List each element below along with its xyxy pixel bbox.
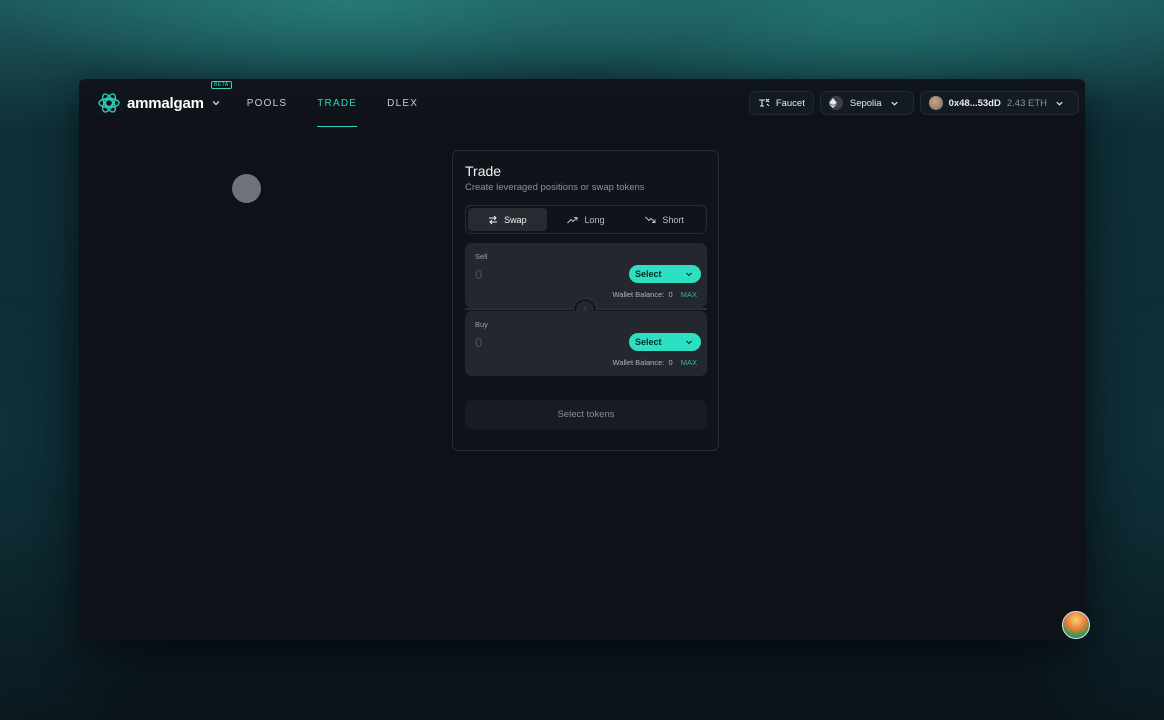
- ammalgam-logo-icon: [98, 93, 120, 113]
- main-nav: POOLS TRADE DLEX: [247, 79, 448, 127]
- trade-mode-tabs: Swap Long Short: [465, 205, 707, 234]
- top-navigation: ammalgam BETA POOLS TRADE DLEX Faucet Se…: [79, 79, 1085, 127]
- network-label: Sepolia: [849, 97, 882, 109]
- trade-card: Trade Create leveraged positions or swap…: [452, 150, 719, 451]
- trending-down-icon: [645, 216, 656, 223]
- app-window: ammalgam BETA POOLS TRADE DLEX Faucet Se…: [79, 79, 1085, 641]
- beta-badge: BETA: [211, 81, 232, 89]
- sell-balance-value: 0: [668, 290, 673, 299]
- trade-title: Trade: [465, 163, 502, 179]
- wallet-address: 0x48...53dD: [948, 97, 1001, 109]
- swap-arrows-icon: [489, 215, 498, 224]
- wallet-avatar: [928, 96, 943, 110]
- faucet-button[interactable]: Faucet: [748, 91, 814, 115]
- chevron-down-icon: [686, 272, 692, 277]
- buy-token-select[interactable]: Select: [629, 333, 701, 351]
- chevron-down-icon: [890, 101, 898, 106]
- sell-balance-label: Wallet Balance:: [612, 290, 665, 299]
- buy-balance-label: Wallet Balance:: [612, 358, 665, 367]
- sell-max-button[interactable]: MAX: [681, 290, 697, 299]
- buy-select-label: Select: [635, 337, 662, 347]
- tab-long-label: Long: [584, 214, 605, 225]
- nav-item-dlex[interactable]: DLEX: [387, 79, 418, 127]
- chevron-down-icon: [1056, 101, 1063, 106]
- nav-item-trade[interactable]: TRADE: [317, 79, 358, 127]
- buy-balance-value: 0: [668, 358, 673, 367]
- brand-menu[interactable]: ammalgam BETA: [97, 81, 232, 115]
- sell-token-select[interactable]: Select: [629, 265, 701, 283]
- select-tokens-button[interactable]: Select tokens: [465, 400, 707, 429]
- wallet-balance: 2.43 ETH: [1006, 97, 1047, 109]
- buy-wallet-balance: Wallet Balance: 0 MAX: [613, 358, 697, 367]
- floating-assistant-icon[interactable]: [1062, 611, 1090, 639]
- chevron-down-icon: [212, 101, 220, 106]
- sell-amount-input[interactable]: [475, 265, 595, 283]
- loading-placeholder-circle: [232, 174, 261, 203]
- tab-swap-label: Swap: [504, 214, 527, 225]
- brand-name: ammalgam: [127, 94, 204, 112]
- trade-subtitle: Create leveraged positions or swap token…: [465, 182, 645, 193]
- trending-up-icon: [567, 216, 578, 223]
- sell-select-label: Select: [635, 269, 662, 279]
- network-selector[interactable]: Sepolia: [819, 91, 914, 115]
- tab-swap[interactable]: Swap: [468, 208, 547, 231]
- buy-panel: Buy Select Wallet Balance: 0 MAX: [465, 311, 707, 376]
- nav-item-pools[interactable]: POOLS: [247, 79, 287, 127]
- tab-long[interactable]: Long: [547, 208, 626, 231]
- sell-wallet-balance: Wallet Balance: 0 MAX: [613, 290, 697, 299]
- faucet-label: Faucet: [775, 97, 805, 109]
- buy-amount-input[interactable]: [475, 333, 595, 351]
- tab-short[interactable]: Short: [625, 208, 704, 231]
- wallet-button[interactable]: 0x48...53dD 2.43 ETH: [919, 91, 1079, 115]
- ethereum-icon: [828, 96, 843, 110]
- buy-label: Buy: [475, 320, 488, 329]
- buy-max-button[interactable]: MAX: [681, 358, 697, 367]
- chevron-down-icon: [686, 340, 692, 345]
- faucet-icon: [758, 98, 770, 107]
- tab-short-label: Short: [662, 214, 684, 225]
- sell-label: Sell: [475, 252, 488, 261]
- header-actions: Faucet Sepolia 0x48...53dD 2.43 ETH: [748, 91, 1079, 115]
